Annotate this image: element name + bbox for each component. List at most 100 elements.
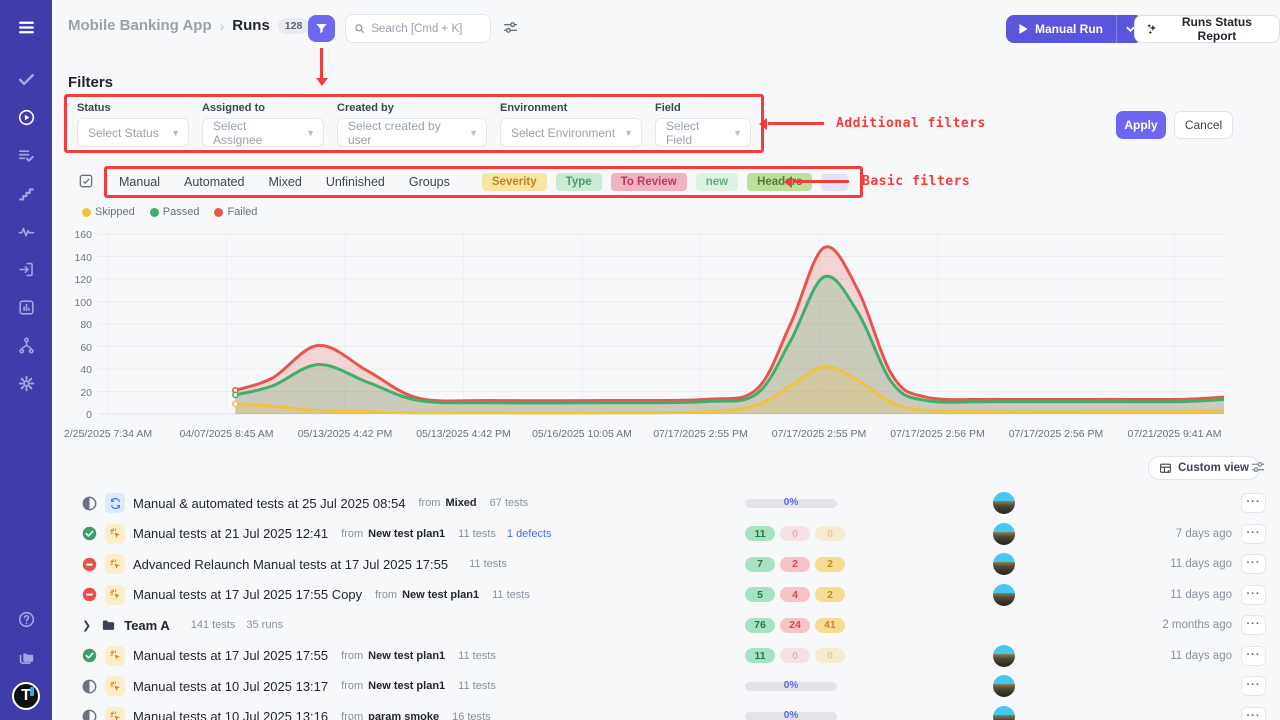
group-row[interactable]: ❯ Team A 141 tests 35 runs7624412 months… [52,610,1280,641]
table-row[interactable]: Advanced Relaunch Manual tests at 17 Jul… [52,549,1280,580]
status-in-progress-icon [82,679,97,694]
sidebar-reports-chart-icon[interactable] [0,288,52,326]
avatar[interactable] [993,492,1015,514]
row-menu-button[interactable]: ··· [1241,554,1266,574]
from-label: from [341,711,363,720]
row-menu-button[interactable]: ··· [1241,524,1266,544]
search-box[interactable] [345,14,491,43]
avatar[interactable] [993,523,1015,545]
chart-y-tick: 0 [68,409,92,421]
app-logo[interactable]: T [12,682,40,710]
tests-count: 16 tests [452,711,491,720]
view-adjustments-icon[interactable] [1250,459,1266,480]
run-result: 1100 [745,648,845,663]
from-plan[interactable]: param smoke [368,711,439,720]
filter-select[interactable]: Select Environment ▼ [500,118,642,147]
from-plan[interactable]: New test plan1 [368,680,445,692]
filter-select[interactable]: Select created by user ▼ [337,118,487,147]
badge-skipped: 0 [815,648,845,663]
sidebar-tests-check-icon[interactable] [0,60,52,98]
avatar[interactable] [993,584,1015,606]
filter-tag-new[interactable]: new [696,173,738,191]
sidebar-branch-icon[interactable] [0,326,52,364]
filter-tag-type[interactable]: Type [556,173,602,191]
chart-y-tick: 40 [68,364,92,376]
cancel-button[interactable]: Cancel [1174,111,1233,139]
filter-select[interactable]: Select Assignee ▼ [202,118,324,147]
custom-view-button[interactable]: Custom view [1148,456,1260,480]
filter-field-label: Created by [337,102,487,114]
filter-select[interactable]: Select Field ▼ [655,118,751,147]
sidebar-milestones-icon[interactable] [0,174,52,212]
filter-tab-automated[interactable]: Automated [184,175,244,189]
table-row[interactable]: Manual tests at 10 Jul 2025 13:17 fromNe… [52,671,1280,702]
avatar[interactable] [993,645,1015,667]
from-plan[interactable]: Mixed [445,497,476,509]
sidebar-help-icon[interactable] [0,600,52,638]
legend-item-failed[interactable]: Failed [214,206,257,218]
filter-funnel-button[interactable] [308,15,335,42]
table-row[interactable]: Manual tests at 21 Jul 2025 12:41 fromNe… [52,519,1280,550]
table-row[interactable]: Manual tests at 10 Jul 2025 13:16 frompa… [52,702,1280,720]
row-menu-button[interactable]: ··· [1241,585,1266,605]
breadcrumb: Mobile Banking App › Runs 128 [68,17,309,34]
row-menu-button[interactable]: ··· [1241,676,1266,696]
run-result: 762441 [745,618,845,633]
filter-tag-to-review[interactable]: To Review [611,173,687,191]
chart-x-axis-labels: 2/25/2025 7:34 AM04/07/2025 8:45 AM05/13… [98,428,1224,442]
search-adjustments-icon[interactable] [502,19,519,41]
sidebar-import-icon[interactable] [0,250,52,288]
funnel-icon [315,22,328,35]
legend-item-skipped[interactable]: Skipped [82,206,135,218]
filter-select-value: Select Field [666,119,725,147]
avatar[interactable] [993,675,1015,697]
sidebar-settings-gear-icon[interactable] [0,364,52,402]
basic-filters-box: Manual Automated Mixed Unfinished Groups Sev… [104,166,863,198]
table-row[interactable]: Manual tests at 17 Jul 2025 17:55 fromNe… [52,641,1280,672]
legend-item-passed[interactable]: Passed [150,206,200,218]
defects-link[interactable]: 1 defects [507,528,552,540]
sidebar-analytics-pulse-icon[interactable] [0,212,52,250]
filter-field-label: Status [77,102,189,114]
table-row[interactable]: Manual & automated tests at 25 Jul 2025 … [52,488,1280,519]
sidebar-projects-folder-icon[interactable] [0,638,52,676]
run-title: Advanced Relaunch Manual tests at 17 Jul… [133,557,448,572]
avatar[interactable] [993,706,1015,720]
row-menu-button[interactable]: ··· [1241,493,1266,513]
breadcrumb-project[interactable]: Mobile Banking App [68,17,212,34]
apply-button[interactable]: Apply [1116,111,1166,139]
progress-label: 0% [745,710,837,720]
progress-bar: 0% [745,499,837,508]
filter-tab-manual[interactable]: Manual [119,175,160,189]
edit-list-icon[interactable] [78,173,94,194]
filter-tab-groups[interactable]: Groups [409,175,450,189]
search-input[interactable] [371,23,482,35]
from-plan[interactable]: New test plan1 [368,650,445,662]
breadcrumb-page: Runs [232,17,270,34]
manual-run-icon [105,554,125,574]
from-plan[interactable]: New test plan1 [368,528,445,540]
avatar[interactable] [993,553,1015,575]
row-menu-button[interactable]: ··· [1241,615,1266,635]
chevron-down-icon: ▼ [469,128,478,138]
from-plan[interactable]: New test plan1 [402,589,479,601]
row-menu-button[interactable]: ··· [1241,646,1266,666]
sidebar-menu-icon[interactable] [0,8,52,46]
sidebar-runs-play-icon[interactable] [0,98,52,136]
manual-run-icon [105,707,125,720]
tests-count: 11 tests [458,528,496,540]
manual-run-button[interactable]: Manual Run [1006,15,1143,43]
run-title: Manual tests at 10 Jul 2025 13:16 [133,709,328,720]
filter-select[interactable]: Select Status ▼ [77,118,189,147]
group-tests-count: 141 tests [191,619,236,631]
row-menu-button[interactable]: ··· [1241,707,1266,720]
badge-failed: 2 [780,557,810,572]
filter-tab-unfinished[interactable]: Unfinished [326,175,385,189]
sidebar-test-plans-icon[interactable] [0,136,52,174]
table-row[interactable]: Manual tests at 17 Jul 2025 17:55 Copy f… [52,580,1280,611]
runs-status-report-button[interactable]: Runs Status Report [1134,15,1280,43]
filter-tag-severity[interactable]: Severity [482,173,547,191]
chevron-right-icon[interactable]: ❯ [82,619,91,632]
filter-tab-mixed[interactable]: Mixed [268,175,301,189]
chart-plot[interactable] [98,231,1224,417]
